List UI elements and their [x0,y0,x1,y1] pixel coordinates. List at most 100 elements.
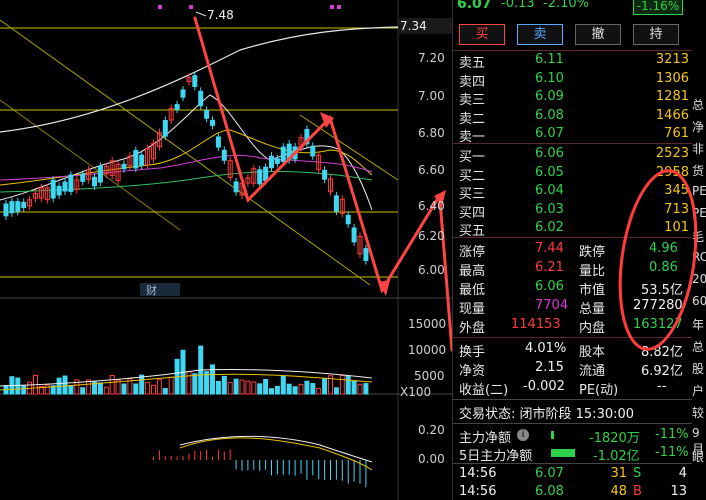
buy-button[interactable]: 买 [459,24,505,45]
kline-chart[interactable]: 7.48 7.34 7.20 7.00 6.80 6.60 6.40 6.20 … [0,0,454,500]
tick-side: B [633,484,642,499]
level-price[interactable]: 6.04 [535,183,564,199]
main-flow-bar [551,431,554,439]
candle-body [351,227,357,243]
volume-bar [286,383,292,395]
limit-down-label: 跌停 [579,245,606,260]
volume-axis-label: 5000 [414,369,445,383]
candle-body [3,203,9,217]
tick-count: 13 [670,484,687,499]
last-price: 6.07 [457,0,492,12]
volume-bar [269,388,274,395]
level-price[interactable]: 6.09 [535,89,564,105]
volume-bar [215,380,221,395]
candle-body [192,75,198,87]
share-capital-label: 股本 [579,345,606,360]
candle-body [198,90,204,107]
candle-body [97,165,103,183]
tick-volume: 48 [610,484,627,499]
cancel-order-button[interactable]: 撤 [575,24,621,45]
candle-body [269,155,274,169]
volume-bar [133,383,139,395]
candle-body [9,201,15,214]
level-volume: 761 [664,126,689,141]
volume-bar [121,383,127,395]
price-axis-label: 7.20 [418,51,445,65]
price-axis-label: 6.80 [418,126,445,140]
volume-bar [80,387,86,395]
level-volume: 1466 [655,107,689,123]
eps-label: 收益(二) [459,383,509,398]
low-label: 最低 [459,283,486,298]
price-axis: 7.20 7.00 6.80 6.60 6.40 6.20 6.00 [418,51,445,277]
candlesticks [3,71,369,265]
five-day-flow-label: 5日主力净额 [459,449,533,464]
volume-axis-label: 15000 [408,317,446,331]
trade-status: 交易状态: 闭市阶段 15:30:00 [459,407,635,422]
volume-bar [145,381,151,395]
current-volume-value: 7704 [535,298,569,313]
price-axis-label: 7.00 [418,89,445,103]
volume-bar [339,374,345,395]
candle-body [274,158,280,164]
level-price[interactable]: 6.02 [535,220,564,236]
turnover-label: 换手 [459,345,486,360]
volume-bar [68,385,74,395]
main-flow-pct: -11% [655,427,689,442]
holdings-button[interactable]: 持 [633,24,679,45]
volume-bar [357,383,363,395]
level-label: 买一 [459,150,486,165]
candle-body [310,145,316,157]
level-price[interactable]: 6.06 [535,146,564,162]
level-volume: 3213 [655,52,689,67]
volume-bar [162,387,168,395]
level-price[interactable]: 6.03 [535,202,564,218]
level-label: 买二 [459,168,486,184]
strip-label: 较 [692,406,705,420]
level-price[interactable]: 6.05 [535,165,564,181]
price-axis-label: 6.20 [418,229,445,243]
level-label: 卖一 [459,130,486,145]
annotation-arrows [193,16,454,352]
tick-time: 14:56 [459,466,497,481]
volume-bar [21,385,27,395]
market-cap-label: 市值 [579,283,606,298]
level-price[interactable]: 6.10 [535,71,564,87]
volume-bar [156,379,162,395]
volume-bar [280,375,286,395]
chart-canvas: 7.48 7.34 7.20 7.00 6.80 6.60 6.40 6.20 … [0,0,454,500]
strip-label: 户 [692,384,705,398]
strip-label: 股 [692,362,705,376]
volume-unit: X100 [400,385,431,399]
info-icon[interactable]: i [517,429,529,441]
five-day-flow-pct: -11% [655,445,689,460]
change-badge: -1.16% [633,0,683,15]
level-label: 卖三 [459,93,486,108]
candle-body [221,149,227,161]
volume-bar [251,381,257,395]
price-change-pct: -2.10% [543,0,589,11]
level-volume: 1281 [655,89,689,104]
high-label: 最高 [459,264,486,279]
candle-body [162,119,168,137]
tick-side: S [633,466,642,481]
level-price[interactable]: 6.07 [535,126,564,142]
candle-body [333,195,339,212]
volume-bar [227,382,233,395]
macd-axis-label: 0.00 [418,452,445,466]
level-label: 卖四 [459,74,486,90]
volume-bar [304,380,310,395]
sell-button[interactable]: 卖 [517,24,563,45]
volume-bar [363,383,369,395]
volume-bar [257,383,263,395]
volume-bar [310,383,316,395]
macd-axis-label: 0.20 [418,423,445,437]
volume-bar [345,375,351,395]
level-price[interactable]: 6.11 [535,52,564,68]
float-shares-value: 6.92亿 [641,364,683,379]
strip-label: 净 [692,120,705,134]
volume-bar [44,384,50,395]
level-price[interactable]: 6.08 [535,108,564,124]
volume-bar [15,377,21,395]
candle-body [68,174,74,192]
